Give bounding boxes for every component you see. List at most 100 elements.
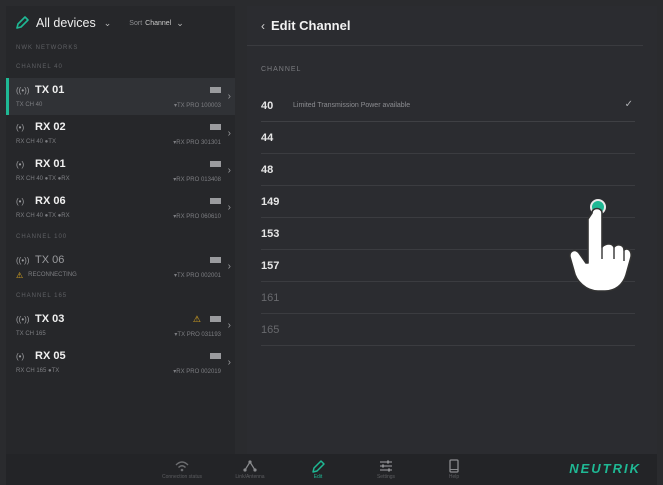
neutrik-logo: NEUTRIK: [569, 461, 641, 476]
device-model: ▾RX PRO 013408: [173, 176, 221, 183]
device-status: RX CH 40 ●TX ●RX: [16, 176, 70, 182]
nav-label: Connection status: [161, 474, 203, 480]
transmitter-icon: ((•)): [16, 314, 30, 324]
receiver-icon: (•): [16, 122, 25, 132]
channel-number: 165: [261, 323, 280, 336]
battery-icon: [210, 124, 221, 130]
device-filter-dropdown[interactable]: All devices: [36, 16, 96, 30]
device-list-item[interactable]: ((•)) TX 01 TX CH 40 ▾TX PRO 100003 ›: [6, 78, 235, 115]
battery-icon: [210, 353, 221, 359]
panel-header: ‹ Edit Channel: [247, 6, 643, 46]
device-row-bottom: TX CH 40 ▾TX PRO 100003: [16, 99, 221, 111]
group-title: CHANNEL 165: [16, 293, 68, 299]
chevron-right-icon: ›: [227, 320, 231, 331]
device-name: TX 01: [35, 84, 65, 96]
warning-icon: ⚠: [16, 270, 24, 280]
chevron-right-icon: ›: [227, 128, 231, 139]
chevron-down-icon[interactable]: ⌄: [104, 18, 112, 29]
device-row-top: ((•)) TX 06: [16, 253, 221, 267]
chevron-down-icon: ⌄: [176, 17, 184, 28]
group-title: CHANNEL 40: [16, 64, 63, 70]
nav-help[interactable]: Help: [429, 454, 479, 485]
channel-option: 165: [261, 314, 635, 346]
nav-connection-status[interactable]: Connection status: [157, 454, 207, 485]
channel-number: 44: [261, 131, 274, 144]
device-model: ▾TX PRO 031193: [174, 331, 221, 338]
receiver-icon: (•): [16, 196, 25, 206]
warning-icon: ⚠: [192, 313, 201, 324]
device-name: RX 06: [35, 195, 66, 207]
device-model: ▾TX PRO 100003: [173, 102, 221, 109]
device-model: ▾TX PRO 002001: [173, 272, 221, 279]
channel-option[interactable]: 44: [261, 122, 635, 154]
chevron-right-icon: ›: [227, 357, 231, 368]
device-model: ▾RX PRO 301301: [173, 139, 221, 146]
chevron-right-icon: ›: [227, 261, 231, 272]
device-status: TX CH 40: [16, 102, 43, 108]
nav-label: Edit: [313, 474, 323, 480]
tablet-icon: [449, 459, 459, 473]
battery-icon: [210, 198, 221, 204]
transmitter-icon: ((•)): [16, 255, 30, 265]
pen-icon: [312, 460, 325, 473]
device-name: RX 05: [35, 350, 66, 362]
chevron-right-icon: ›: [227, 202, 231, 213]
device-status: TX CH 165: [16, 331, 46, 337]
sort-select[interactable]: Sort Channel ⌄: [129, 18, 183, 29]
channel-number: 153: [261, 227, 280, 240]
device-row-bottom: RX CH 165 ●TX ▾RX PRO 002019: [16, 365, 221, 377]
device-list-item[interactable]: ((•)) TX 06 ⚠ RECONNECTING ▾TX PRO 002001 ›: [6, 248, 235, 285]
chevron-right-icon: ›: [227, 91, 231, 102]
channel-option[interactable]: 48: [261, 154, 635, 186]
device-name: TX 03: [35, 313, 65, 325]
device-row-top: (•) RX 06: [16, 194, 221, 208]
device-row-top: (•) RX 01: [16, 157, 221, 171]
nav-edit[interactable]: Edit: [293, 454, 343, 485]
device-groups: CHANNEL 40 ((•)) TX 01 TX CH 40 ▾TX PRO 1000…: [6, 56, 235, 381]
bottom-navigation: Connection status Link/Antenna Edit Setting…: [6, 454, 657, 485]
sort-value: Channel: [145, 19, 172, 27]
receiver-icon: (•): [16, 351, 25, 361]
device-list-item[interactable]: (•) RX 06 RX CH 40 ●TX ●RX ▾RX PRO 060610 ›: [6, 189, 235, 226]
nav-settings[interactable]: Settings: [361, 454, 411, 485]
device-list-item[interactable]: (•) RX 02 RX CH 40 ●TX ▾RX PRO 301301 ›: [6, 115, 235, 152]
device-list-item[interactable]: ((•)) TX 03 ⚠ TX CH 165 ▾TX PRO 031193 ›: [6, 307, 235, 344]
back-button[interactable]: Edit Channel: [271, 18, 350, 33]
receiver-icon: (•): [16, 159, 25, 169]
networks-section-title: NWK NETWORKS: [16, 45, 79, 51]
channel-number: 48: [261, 163, 274, 176]
device-row-bottom: RX CH 40 ●TX ●RX ▾RX PRO 013408: [16, 173, 221, 185]
nav-link-antenna[interactable]: Link/Antenna: [225, 454, 275, 485]
device-name: RX 02: [35, 121, 66, 133]
device-name: RX 01: [35, 158, 66, 170]
back-chevron-icon[interactable]: ‹: [261, 19, 265, 33]
sort-label: Sort: [129, 19, 143, 27]
battery-icon: [210, 161, 221, 167]
device-sidebar: All devices ⌄ Sort Channel ⌄ NWK NETWORK…: [6, 6, 235, 454]
checkmark-icon: ✓: [624, 99, 633, 110]
device-list-item[interactable]: (•) RX 01 RX CH 40 ●TX ●RX ▾RX PRO 013408 ›: [6, 152, 235, 189]
device-row-top: (•) RX 05: [16, 349, 221, 363]
tap-hand-cursor-icon: [569, 199, 632, 292]
channel-number: 149: [261, 195, 280, 208]
channel-number: 161: [261, 291, 280, 304]
device-row-top: ((•)) TX 01: [16, 83, 221, 97]
device-row-bottom: RX CH 40 ●TX ●RX ▾RX PRO 060610: [16, 210, 221, 222]
nav-label: Help: [448, 474, 460, 480]
device-status: RX CH 40 ●TX ●RX: [16, 213, 70, 219]
device-model: ▾RX PRO 060610: [173, 213, 221, 220]
sliders-icon: [380, 460, 392, 472]
device-status: RX CH 165 ●TX: [16, 368, 60, 374]
device-row-top: (•) RX 02: [16, 120, 221, 134]
channel-option[interactable]: 40 Limited Transmission Power available ✓: [261, 90, 635, 122]
network-icon: [243, 460, 257, 472]
device-model: ▾RX PRO 002019: [173, 368, 221, 375]
channel-note: Limited Transmission Power available: [293, 102, 411, 109]
device-name: TX 06: [35, 254, 65, 266]
device-status: RX CH 40 ●TX: [16, 139, 56, 145]
chevron-right-icon: ›: [227, 165, 231, 176]
device-list-item[interactable]: (•) RX 05 RX CH 165 ●TX ▾RX PRO 002019 ›: [6, 344, 235, 381]
battery-icon: [210, 316, 221, 322]
device-row-top: ((•)) TX 03 ⚠: [16, 312, 221, 326]
battery-icon: [210, 87, 221, 93]
